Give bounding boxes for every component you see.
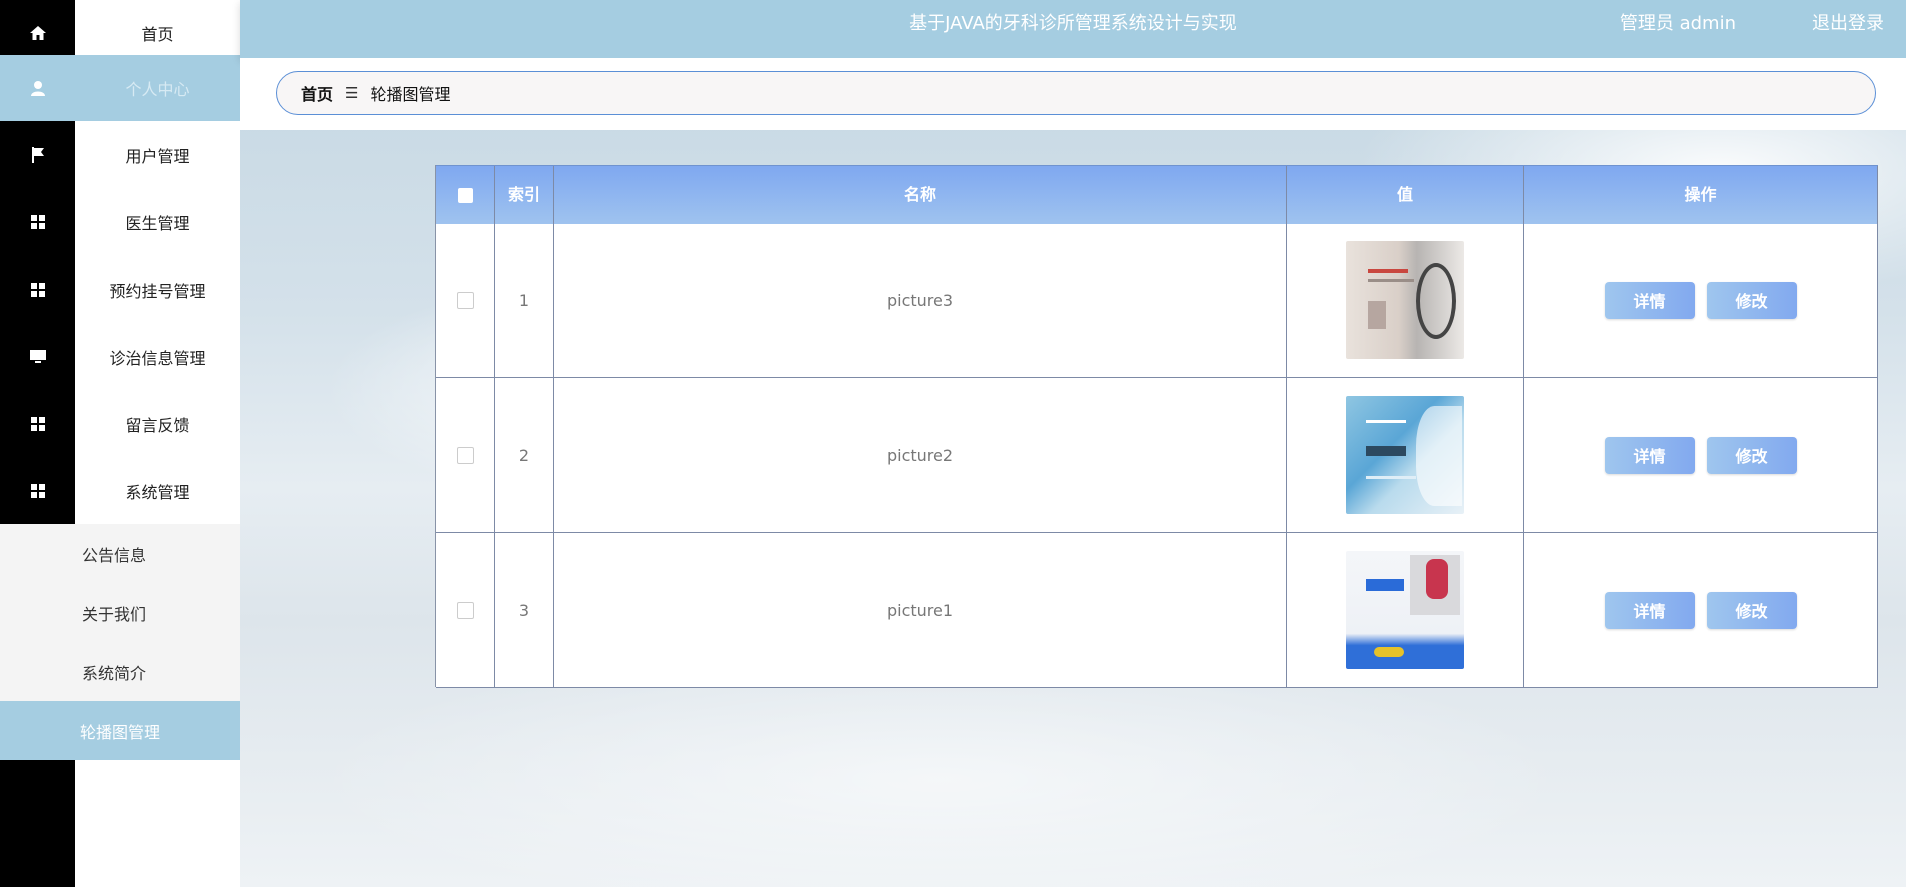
- breadcrumb-current: 轮播图管理: [370, 85, 451, 104]
- detail-button[interactable]: 详情: [1604, 591, 1695, 629]
- row-checkbox[interactable]: [456, 446, 474, 464]
- sidebar-item-label: 预约挂号管理: [75, 257, 240, 323]
- breadcrumb: 首页 ☰ 轮播图管理: [276, 71, 1876, 115]
- table-header: 索引 名称 值 操作: [436, 165, 1878, 224]
- row-select-cell: [436, 223, 495, 377]
- row-actions-cell: 详情 修改: [1524, 223, 1878, 377]
- table-row: 2 picture2 详情 修改: [436, 378, 1878, 533]
- sidebar-item-label: 个人中心: [75, 55, 240, 121]
- row-value-cell: [1287, 378, 1524, 532]
- row-checkbox[interactable]: [456, 601, 474, 619]
- row-value-cell: [1287, 223, 1524, 377]
- sidebar-item-label: 留言反馈: [75, 391, 240, 457]
- row-index: 2: [495, 378, 554, 532]
- row-actions-cell: 详情 修改: [1524, 378, 1878, 532]
- breadcrumb-home-link[interactable]: 首页: [301, 81, 333, 105]
- row-name: picture2: [554, 378, 1287, 532]
- submenu-item-intro[interactable]: 系统简介: [0, 642, 240, 701]
- carousel-image-thumbnail: [1346, 551, 1464, 669]
- row-index: 3: [495, 533, 554, 687]
- grid-icon: [0, 391, 75, 457]
- carousel-image-thumbnail: [1346, 396, 1464, 514]
- table-row: 1 picture3 详情 修改: [436, 223, 1878, 378]
- sidebar-strip-bottom: [0, 760, 75, 887]
- carousel-table: 索引 名称 值 操作 1 picture3 详情 修改 2 picture2 详…: [435, 165, 1878, 688]
- submenu-item-about[interactable]: 关于我们: [0, 583, 240, 642]
- monitor-icon: [0, 324, 75, 390]
- column-header-actions: 操作: [1524, 166, 1878, 224]
- select-all-cell: [436, 166, 495, 224]
- sidebar-item-label: 诊治信息管理: [75, 324, 240, 390]
- sidebar: 首页 个人中心 用户管理 医生管理 预约挂号管理 诊治信息管理 留言反馈 系统管…: [0, 0, 240, 887]
- sidebar-item-label: 用户管理: [75, 122, 240, 188]
- column-header-name: 名称: [554, 166, 1287, 224]
- detail-button[interactable]: 详情: [1604, 281, 1695, 319]
- select-all-checkbox[interactable]: [457, 187, 473, 203]
- row-value-cell: [1287, 533, 1524, 687]
- sidebar-item-label: 医生管理: [75, 189, 240, 255]
- table-row: 3 picture1 详情 修改: [436, 533, 1878, 688]
- grid-icon: [0, 257, 75, 323]
- user-icon: [0, 55, 75, 121]
- top-header: 基于JAVA的牙科诊所管理系统设计与实现 管理员 admin 退出登录: [240, 0, 1906, 58]
- sidebar-item-system[interactable]: 系统管理: [0, 458, 240, 524]
- sidebar-item-users[interactable]: 用户管理: [0, 122, 240, 188]
- logout-button[interactable]: 退出登录: [1812, 0, 1884, 48]
- edit-button[interactable]: 修改: [1706, 281, 1797, 319]
- sidebar-empty: [75, 760, 240, 887]
- submenu-item-announcements[interactable]: 公告信息: [0, 524, 240, 583]
- breadcrumb-separator-icon: ☰: [345, 84, 359, 102]
- sidebar-item-doctors[interactable]: 医生管理: [0, 189, 240, 255]
- row-name: picture1: [554, 533, 1287, 687]
- sidebar-item-appointments[interactable]: 预约挂号管理: [0, 257, 240, 323]
- sidebar-item-diagnosis[interactable]: 诊治信息管理: [0, 324, 240, 390]
- column-header-index: 索引: [495, 166, 554, 224]
- edit-button[interactable]: 修改: [1706, 591, 1797, 629]
- sidebar-item-profile[interactable]: 个人中心: [0, 55, 240, 121]
- submenu-item-carousel[interactable]: 轮播图管理: [0, 701, 240, 760]
- column-header-value: 值: [1287, 166, 1524, 224]
- grid-icon: [0, 458, 75, 524]
- flag-icon: [0, 122, 75, 188]
- row-index: 1: [495, 223, 554, 377]
- row-checkbox[interactable]: [456, 291, 474, 309]
- system-submenu: 公告信息 关于我们 系统简介 轮播图管理: [0, 524, 240, 760]
- user-label: 管理员 admin: [1619, 13, 1736, 34]
- sidebar-item-label: 系统管理: [75, 458, 240, 524]
- carousel-image-thumbnail: [1346, 241, 1464, 359]
- sidebar-item-feedback[interactable]: 留言反馈: [0, 391, 240, 457]
- edit-button[interactable]: 修改: [1706, 436, 1797, 474]
- grid-icon: [0, 189, 75, 255]
- detail-button[interactable]: 详情: [1604, 436, 1695, 474]
- breadcrumb-bar: 首页 ☰ 轮播图管理: [240, 58, 1906, 130]
- row-name: picture3: [554, 223, 1287, 377]
- row-select-cell: [436, 378, 495, 532]
- row-select-cell: [436, 533, 495, 687]
- row-actions-cell: 详情 修改: [1524, 533, 1878, 687]
